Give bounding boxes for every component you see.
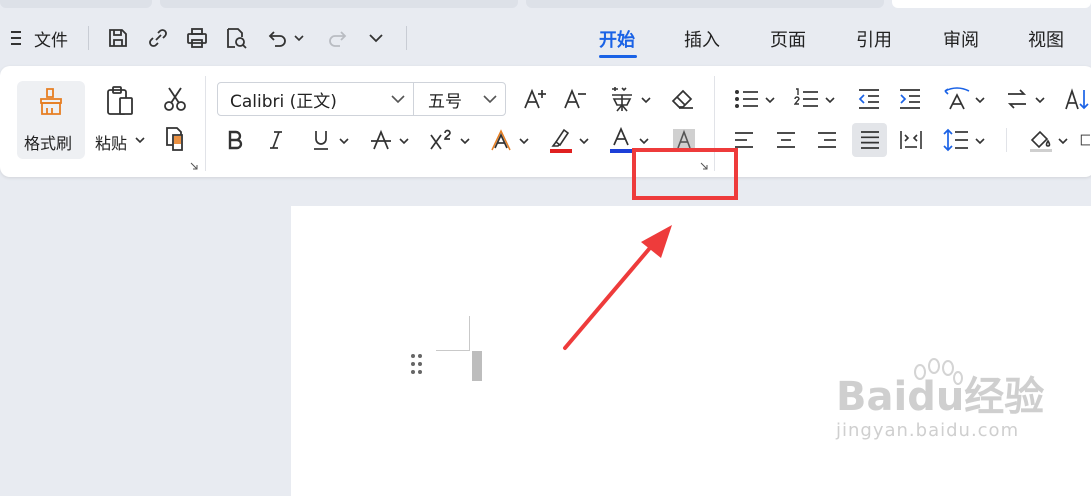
font-family-select[interactable]: Calibri (正文) [217, 82, 414, 116]
redo-icon[interactable] [324, 24, 352, 52]
cut-scissors-icon[interactable] [160, 84, 190, 114]
divider [406, 26, 407, 50]
group-divider [205, 76, 206, 171]
phonetic-dropdown-chevron-down-icon[interactable] [640, 94, 652, 106]
shading-dropdown-chevron-down-icon[interactable] [1057, 135, 1069, 147]
text-effects-icon[interactable] [487, 126, 515, 154]
tab-review[interactable]: 审阅 [943, 26, 979, 52]
decrease-font-size-icon[interactable] [560, 84, 590, 114]
bold-icon[interactable] [223, 126, 247, 154]
distributed-align-icon[interactable] [896, 126, 926, 154]
justify-icon[interactable] [852, 123, 887, 157]
superscript-dropdown-chevron-down-icon[interactable] [459, 135, 471, 147]
paste-dropdown-chevron-down-icon[interactable] [134, 134, 146, 146]
italic-icon[interactable] [264, 126, 288, 154]
save-icon[interactable] [104, 24, 132, 52]
divider [1006, 128, 1007, 152]
divider [88, 26, 89, 50]
customize-toolbar-chevron-down-icon[interactable] [362, 24, 390, 52]
tab-insert[interactable]: 插入 [684, 26, 720, 52]
tab-references[interactable]: 引用 [856, 26, 892, 52]
window-tab[interactable] [160, 0, 518, 8]
paste-label[interactable]: 粘贴 [95, 130, 127, 154]
numbered-list-icon[interactable] [792, 84, 822, 114]
sort-icon[interactable] [1062, 84, 1090, 114]
annotation-highlight-box [632, 148, 738, 200]
window-tab[interactable] [0, 0, 152, 8]
align-right-icon[interactable] [813, 126, 841, 154]
sort-direction-dropdown-chevron-down-icon[interactable] [1034, 94, 1046, 106]
font-family-chevron-down-icon [391, 95, 405, 104]
window-tab[interactable] [526, 0, 884, 8]
underline-dropdown-chevron-down-icon[interactable] [338, 135, 350, 147]
clear-formatting-eraser-icon[interactable] [668, 84, 698, 114]
margin-corner-mark [436, 350, 470, 351]
font-size-value: 五号 [428, 91, 462, 112]
window-tab-active[interactable] [892, 0, 1091, 8]
bullets-list-icon[interactable] [732, 84, 762, 114]
text-effects-dropdown-chevron-down-icon[interactable] [518, 135, 530, 147]
hamburger-menu-icon[interactable] [2, 24, 30, 52]
highlighter-dropdown-chevron-down-icon[interactable] [578, 135, 590, 147]
active-tab-indicator [599, 55, 637, 58]
line-spacing-icon[interactable] [941, 124, 971, 156]
paw-logo-icon [906, 358, 966, 388]
copy-icon[interactable] [160, 124, 190, 154]
paragraph-shading-icon[interactable] [1026, 124, 1056, 156]
clipboard-dialog-launcher-icon[interactable] [190, 162, 198, 170]
paste-icon[interactable] [100, 82, 140, 120]
decrease-indent-icon[interactable] [854, 84, 884, 114]
font-size-select[interactable]: 五号 [413, 82, 506, 116]
watermark: Baidu经验 jingyan.baidu.com [836, 358, 1044, 441]
strikethrough-dropdown-chevron-down-icon[interactable] [398, 135, 410, 147]
strikethrough-icon[interactable] [368, 126, 394, 154]
tab-view[interactable]: 视图 [1028, 26, 1064, 52]
annotation-arrow-icon [563, 225, 672, 350]
document-page[interactable] [291, 206, 1091, 496]
text-direction-dropdown-chevron-down-icon[interactable] [974, 94, 986, 106]
file-menu[interactable]: 文件 [34, 26, 68, 51]
format-painter-icon [31, 84, 71, 120]
undo-icon[interactable] [263, 24, 291, 52]
font-family-value: Calibri (正文) [230, 91, 337, 112]
watermark-url: jingyan.baidu.com [836, 420, 1020, 441]
increase-font-size-icon[interactable] [520, 84, 550, 114]
align-center-icon[interactable] [772, 126, 800, 154]
margin-corner-mark [469, 316, 470, 351]
increase-indent-icon[interactable] [895, 84, 925, 114]
tab-home[interactable]: 开始 [599, 26, 635, 52]
text-direction-icon[interactable] [941, 84, 973, 114]
phonetic-guide-icon[interactable] [606, 84, 638, 114]
tab-page[interactable]: 页面 [770, 26, 806, 52]
share-link-icon[interactable] [144, 24, 172, 52]
undo-dropdown-chevron-down-icon[interactable] [289, 24, 309, 52]
borders-icon[interactable] [1078, 126, 1090, 154]
print-preview-icon[interactable] [222, 24, 250, 52]
drag-handle-icon[interactable] [410, 353, 424, 375]
font-size-chevron-down-icon [483, 95, 497, 104]
print-icon[interactable] [183, 24, 211, 52]
menu-bar: 文件 开始 插入 页面 引用 审阅 视图 [0, 14, 1091, 64]
numbering-dropdown-chevron-down-icon[interactable] [824, 94, 836, 106]
format-painter-label: 格式刷 [24, 134, 73, 153]
sort-direction-icon[interactable] [1002, 84, 1032, 114]
underline-icon[interactable] [309, 126, 333, 154]
highlighter-icon[interactable] [547, 124, 575, 156]
superscript-icon[interactable] [428, 126, 456, 154]
bullets-dropdown-chevron-down-icon[interactable] [764, 94, 776, 106]
window-tab-strip [0, 0, 1091, 10]
line-spacing-dropdown-chevron-down-icon[interactable] [974, 135, 986, 147]
font-color-dropdown-chevron-down-icon[interactable] [638, 135, 650, 147]
ribbon-home: 格式刷 粘贴 Calibri (正文) 五号 [0, 66, 1091, 177]
text-cursor [472, 351, 482, 381]
font-color-icon[interactable] [607, 124, 635, 156]
